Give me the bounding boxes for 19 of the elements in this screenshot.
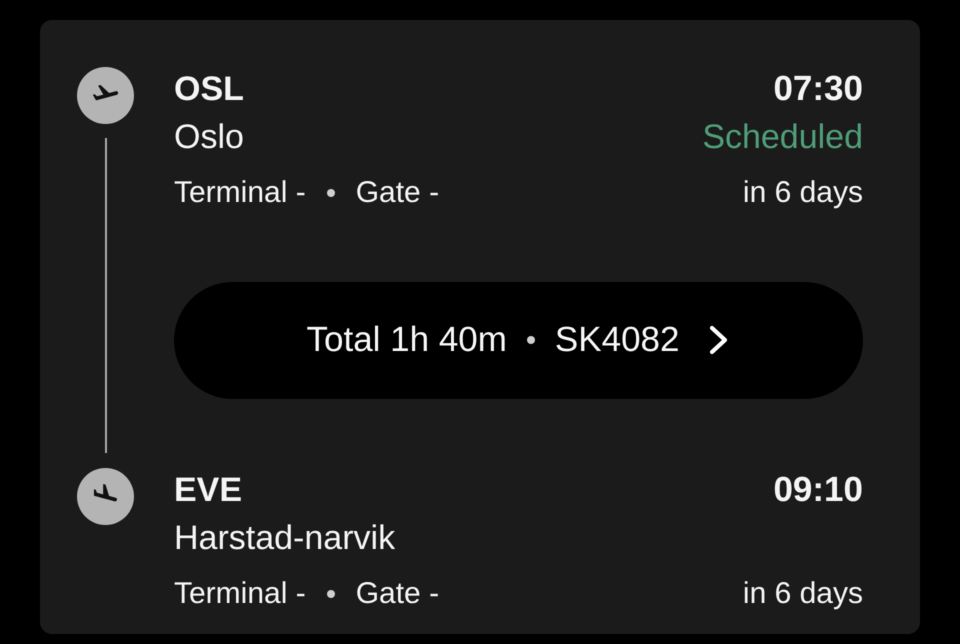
airport-code: OSL	[174, 69, 244, 110]
city-name: Harstad-narvik	[174, 518, 396, 560]
city-name: Oslo	[174, 117, 244, 158]
relative-day: in 6 days	[742, 572, 863, 616]
landing-plane-icon	[77, 468, 134, 526]
gate-label: Gate -	[356, 576, 440, 612]
arrival-time: 09:10	[773, 469, 863, 512]
airport-code: EVE	[174, 470, 242, 512]
relative-day: in 6 days	[742, 171, 863, 215]
flight-status: Scheduled	[702, 117, 863, 158]
separator-dot-icon	[326, 189, 335, 197]
flight-summary-button[interactable]: Total 1h 40m SK4082	[174, 282, 863, 399]
departure-time: 07:30	[773, 68, 863, 110]
terminal-label: Terminal -	[174, 576, 306, 612]
gate-label: Gate -	[356, 175, 440, 211]
separator-dot-icon	[526, 336, 535, 344]
terminal-label: Terminal -	[174, 175, 306, 211]
departing-plane-icon	[77, 67, 134, 124]
separator-dot-icon	[326, 590, 335, 598]
